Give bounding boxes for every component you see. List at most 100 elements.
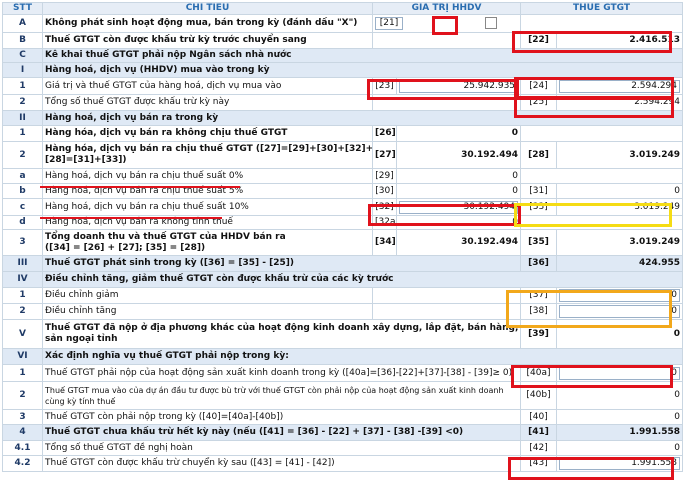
row-code: [31] bbox=[520, 183, 558, 199]
row-label: Thuế GTGT chưa khấu trừ hết kỳ này (nếu … bbox=[41, 424, 522, 441]
row-label: Hàng hoá, dịch vụ bán ra chịu thuế suất … bbox=[42, 168, 373, 184]
row-label: Điều chỉnh giảm bbox=[42, 287, 373, 304]
section-title: Hàng hoá, dịch vụ bán ra trong kỳ bbox=[41, 110, 684, 126]
row-vi-4-1: 4.1 Tổng số thuế GTGT đề nghị hoàn [42] … bbox=[2, 440, 684, 456]
tax-payable-input[interactable]: 0 bbox=[559, 366, 681, 380]
row-code: [37] bbox=[520, 287, 558, 304]
row-label-line: [28]=[31]+[33]) bbox=[45, 155, 127, 165]
row-stt: b bbox=[2, 183, 43, 199]
row-stt: 3 bbox=[2, 229, 43, 256]
row-code: [32] bbox=[372, 198, 397, 216]
row-iv-2: 2 Điều chỉnh tăng [38] 0 bbox=[2, 303, 684, 320]
row-stt: d bbox=[2, 215, 43, 230]
row-stt: 2 bbox=[2, 94, 43, 111]
row-stt: V bbox=[2, 319, 43, 349]
adjust-increase-input[interactable]: 0 bbox=[559, 305, 681, 318]
row-code: [36] bbox=[520, 255, 558, 272]
row-stt: 4 bbox=[2, 424, 43, 441]
section-vi: VI Xác định nghĩa vụ thuế GTGT phải nộp … bbox=[2, 348, 684, 365]
row-stt: c bbox=[2, 198, 43, 216]
row-label: Thuế GTGT mua vào của dự án đầu tư được … bbox=[41, 381, 522, 410]
vat-declaration-form: STT CHỈ TIÊU GIÁ TRỊ HHDV THUẾ GTGT A Kh… bbox=[0, 0, 686, 482]
section-c: C Kê khai thuế GTGT phải nộp Ngân sách n… bbox=[2, 48, 684, 63]
row-code: [34] bbox=[372, 229, 397, 256]
row-stt: 4.2 bbox=[2, 455, 43, 472]
row-value: 3.019.249 bbox=[556, 141, 684, 169]
row-value: 0 bbox=[556, 183, 684, 199]
row-label: Thuế GTGT còn được khấu trừ chuyển kỳ sa… bbox=[41, 455, 522, 472]
row-stt: 1 bbox=[2, 364, 43, 382]
row-label: Hàng hóa, dịch vụ bán ra chịu thuế GTGT … bbox=[42, 141, 373, 169]
row-vi-4-2: 4.2 Thuế GTGT còn được khấu trừ chuyển k… bbox=[2, 455, 684, 472]
row-stt: a bbox=[2, 168, 43, 184]
row-vi-4: 4 Thuế GTGT chưa khấu trừ hết kỳ này (nế… bbox=[2, 424, 684, 441]
row-label: Thuế GTGT đã nộp ở địa phương khác của h… bbox=[41, 319, 522, 349]
row-label-line: Hàng hóa, dịch vụ bán ra chịu thuế GTGT … bbox=[45, 144, 373, 154]
row-code: [40b] bbox=[520, 381, 558, 410]
row-i-2: 2 Tổng số thuế GTGT được khấu trừ kỳ này… bbox=[2, 94, 684, 111]
section-iv: IV Điều chỉnh tăng, giảm thuế GTGT còn đ… bbox=[2, 271, 684, 288]
row-label: Giá trị và thuế GTGT của hàng hoá, dịch … bbox=[42, 77, 373, 95]
col-header-thue: THUẾ GTGT bbox=[520, 2, 684, 15]
row-label-line: cùng kỳ tính thuế bbox=[45, 396, 116, 406]
carry-forward-next-input[interactable]: 1.991.558 bbox=[559, 457, 681, 470]
sales-10pct-tax-value: 3.019.249 bbox=[556, 198, 684, 216]
row-value: 0 bbox=[556, 319, 684, 349]
row-code: [40a] bbox=[520, 364, 558, 382]
row-ii-3: 3 Tổng doanh thu và thuế GTGT của HHDV b… bbox=[2, 229, 684, 256]
row-stt: VI bbox=[2, 348, 43, 365]
row-label: Thuế GTGT phải nộp của hoạt động sản xuấ… bbox=[41, 364, 522, 382]
no-activity-checkbox[interactable] bbox=[485, 16, 498, 29]
col-header-chi-tieu: CHỈ TIÊU bbox=[42, 2, 373, 15]
row-stt: III bbox=[2, 255, 43, 272]
row-i-1: 1 Giá trị và thuế GTGT của hàng hoá, dịc… bbox=[2, 77, 684, 95]
row-label: Tổng doanh thu và thuế GTGT của HHDV bán… bbox=[42, 229, 373, 256]
row-value: 1.991.558 bbox=[556, 424, 684, 441]
row-stt: 1 bbox=[2, 77, 43, 95]
row-code: [21] bbox=[375, 17, 403, 31]
row-stt: II bbox=[2, 110, 43, 126]
row-stt: 2 bbox=[2, 141, 43, 169]
row-code: [30] bbox=[372, 183, 397, 199]
row-label-line: Thuế GTGT mua vào của dự án đầu tư được … bbox=[45, 385, 504, 395]
col-header-gia-tri: GIÁ TRỊ HHDV bbox=[371, 2, 522, 15]
row-code: [41] bbox=[520, 424, 558, 441]
row-ii-a: a Hàng hoá, dịch vụ bán ra chịu thuế suấ… bbox=[2, 168, 684, 184]
purchase-value-input[interactable]: 25.942.935 bbox=[399, 79, 519, 93]
underline-mark bbox=[40, 186, 240, 188]
row-ii-c: c Hàng hoá, dịch vụ bán ra chịu thuế suấ… bbox=[2, 198, 684, 216]
row-label: Tổng số thuế GTGT đề nghị hoàn bbox=[41, 440, 522, 456]
row-label-line: Tổng doanh thu và thuế GTGT của HHDV bán… bbox=[45, 231, 286, 242]
row-a: A Không phát sinh hoạt động mua, bán tro… bbox=[2, 14, 684, 33]
underline-mark bbox=[40, 217, 222, 219]
purchase-tax-input[interactable]: 2.594.294 bbox=[559, 79, 681, 93]
row-code: [39] bbox=[520, 319, 558, 349]
row-label: Điều chỉnh tăng bbox=[42, 303, 373, 320]
row-code: [25] bbox=[520, 94, 558, 111]
row-code: [24] bbox=[520, 77, 558, 95]
row-code: [43] bbox=[520, 455, 558, 472]
row-value: 424.955 bbox=[556, 255, 684, 272]
sales-10pct-value-input[interactable]: 30.192.494 bbox=[399, 200, 519, 214]
row-code: [28] bbox=[520, 141, 558, 169]
row-value: 30.192.494 bbox=[395, 141, 522, 169]
section-title: Điều chỉnh tăng, giảm thuế GTGT còn được… bbox=[41, 271, 684, 288]
row-stt: C bbox=[2, 48, 43, 63]
row-vi-2: 2 Thuế GTGT mua vào của dự án đầu tư đượ… bbox=[2, 381, 684, 410]
deductible-tax-value: 2.594.294 bbox=[556, 94, 684, 111]
row-value: 0 bbox=[395, 125, 522, 142]
row-value: 0 bbox=[556, 409, 684, 425]
adjust-decrease-input[interactable]: 0 bbox=[559, 289, 681, 302]
row-code: [29] bbox=[372, 168, 397, 184]
row-label: Thuế GTGT phát sinh trong kỳ ([36] = [35… bbox=[41, 255, 522, 272]
row-a-value-cell: [21] bbox=[371, 14, 522, 33]
section-title: Kê khai thuế GTGT phải nộp Ngân sách nhà… bbox=[41, 48, 684, 63]
col-header-stt: STT bbox=[2, 2, 43, 15]
row-code: [27] bbox=[372, 141, 397, 169]
row-code: [33] bbox=[520, 198, 558, 216]
row-code: [22] bbox=[520, 32, 558, 49]
row-code: [32a] bbox=[372, 215, 397, 230]
section-i: I Hàng hoá, dịch vụ (HHDV) mua vào trong… bbox=[2, 62, 684, 78]
row-label: Không phát sinh hoạt động mua, bán trong… bbox=[42, 14, 373, 33]
row-label-line: ([34] = [26] + [27]; [35] = [28]) bbox=[45, 242, 206, 253]
